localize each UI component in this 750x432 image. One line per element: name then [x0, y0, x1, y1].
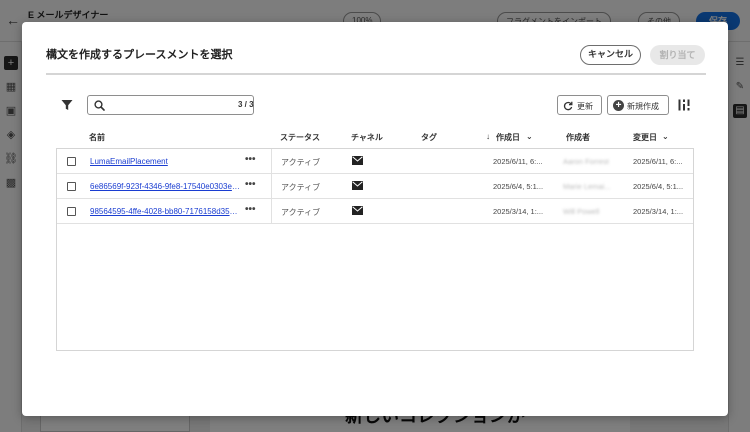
column-header-channel[interactable]: チャネル [351, 132, 383, 143]
column-header-status[interactable]: ステータス [280, 132, 320, 143]
search-field[interactable] [87, 95, 254, 115]
search-icon [94, 100, 105, 111]
created-date: 2025/6/11, 6:... [493, 157, 543, 166]
cancel-button[interactable]: キャンセル [580, 45, 641, 65]
filter-icon[interactable] [61, 99, 73, 111]
table-row[interactable]: 6e86569f-923f-4346-9fe8-17540e0303e8... … [57, 174, 693, 199]
modified-date: 2025/6/11, 6:... [633, 157, 683, 166]
email-icon [352, 206, 363, 215]
email-icon [352, 181, 363, 190]
created-date: 2025/3/14, 1:... [493, 207, 544, 216]
placement-table: LumaEmailPlacement ••• アクティブ 2025/6/11, … [56, 148, 694, 351]
result-count: 3 / 3 [238, 100, 254, 109]
dialog-divider [46, 73, 706, 75]
column-settings-icon[interactable] [678, 99, 690, 111]
select-placement-dialog: 構文を作成するプレースメントを選択 キャンセル 割り当て 3 / 3 更新 + … [22, 22, 728, 416]
create-new-button[interactable]: + 新規作成 [607, 95, 669, 115]
status-text: アクティブ [281, 208, 321, 217]
column-header-modified[interactable]: 変更日 [633, 132, 657, 143]
add-circle-icon: + [613, 100, 624, 111]
author-name: Marie Lemai... [563, 182, 611, 191]
row-checkbox[interactable] [67, 157, 76, 166]
column-header-author[interactable]: 作成者 [566, 132, 590, 143]
column-header-name[interactable]: 名前 [89, 132, 105, 143]
table-row[interactable]: LumaEmailPlacement ••• アクティブ 2025/6/11, … [57, 149, 693, 174]
create-new-label: 新規作成 [627, 102, 659, 111]
chevron-down-icon[interactable]: ⌄ [526, 132, 533, 141]
refresh-icon [563, 101, 573, 111]
status-text: アクティブ [281, 158, 321, 167]
row-checkbox[interactable] [67, 207, 76, 216]
email-icon [352, 156, 363, 165]
status-text: アクティブ [281, 183, 321, 192]
refresh-label: 更新 [577, 102, 593, 111]
column-header-created[interactable]: 作成日 [496, 132, 520, 143]
column-divider [271, 199, 272, 223]
modified-date: 2025/6/4, 5:1... [633, 182, 684, 191]
chevron-down-icon[interactable]: ⌄ [662, 132, 669, 141]
placement-name-link[interactable]: 6e86569f-923f-4346-9fe8-17540e0303e8... [90, 182, 240, 191]
sort-descending-icon: ↓ [486, 132, 490, 141]
author-name: Aaron Forrest [563, 157, 609, 166]
assign-button[interactable]: 割り当て [650, 45, 705, 65]
column-divider [271, 174, 272, 198]
created-date: 2025/6/4, 5:1... [493, 182, 544, 191]
table-header: 名前 ステータス チャネル タグ ↓ 作成日 ⌄ 作成者 変更日 ⌄ [56, 126, 694, 148]
more-actions-icon[interactable]: ••• [245, 154, 256, 165]
column-header-tags[interactable]: タグ [421, 132, 437, 143]
placement-name-link[interactable]: LumaEmailPlacement [90, 157, 240, 166]
author-name: Will Powell [563, 207, 600, 216]
refresh-button[interactable]: 更新 [557, 95, 602, 115]
placement-name-link[interactable]: 98564595-4ffe-4028-bb80-7176158d3546... [90, 207, 240, 216]
table-row[interactable]: 98564595-4ffe-4028-bb80-7176158d3546... … [57, 199, 693, 224]
column-divider [271, 149, 272, 173]
modified-date: 2025/3/14, 1:... [633, 207, 684, 216]
row-checkbox[interactable] [67, 182, 76, 191]
dialog-title: 構文を作成するプレースメントを選択 [46, 49, 233, 61]
search-input[interactable] [108, 98, 248, 112]
more-actions-icon[interactable]: ••• [245, 179, 256, 190]
more-actions-icon[interactable]: ••• [245, 204, 256, 215]
